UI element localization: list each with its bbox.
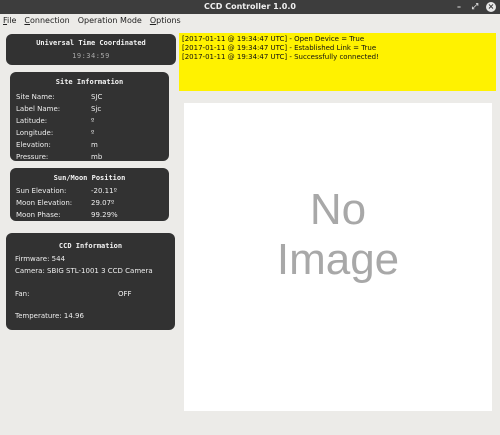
menu-bar: File Connection Operation Mode Options	[0, 14, 500, 27]
menu-connection[interactable]: Connection	[24, 14, 69, 27]
utc-title: Universal Time Coordinated	[36, 39, 146, 47]
menu-file[interactable]: File	[3, 14, 16, 27]
moon-elevation-value: 29.07º	[91, 199, 115, 207]
label-name-label: Label Name:	[16, 105, 61, 113]
menu-operation-mode[interactable]: Operation Mode	[78, 14, 142, 27]
utc-clock: 19:34:59	[72, 52, 110, 60]
label-name-value: Sjc	[91, 105, 102, 113]
sun-elevation-value: -20.11º	[91, 187, 117, 195]
image-viewer: No Image	[184, 103, 492, 411]
sun-moon-panel: Sun/Moon Position Sun Elevation: -20.11º…	[10, 168, 169, 221]
site-name-row: Site Name: SJC	[16, 91, 169, 103]
fan-label: Fan:	[15, 290, 30, 298]
no-image-line1: No	[309, 185, 367, 234]
longitude-value: º	[91, 129, 95, 137]
latitude-value: º	[91, 117, 95, 125]
maximize-button[interactable]: ⤢	[470, 2, 480, 12]
sun-moon-title: Sun/Moon Position	[53, 174, 126, 182]
moon-phase-row: Moon Phase: 99.29%	[16, 209, 169, 221]
log-line: [2017-01-11 @ 19:34:47 UTC] - Successful…	[182, 53, 379, 61]
longitude-label: Longitude:	[16, 129, 54, 137]
site-name-value: SJC	[91, 93, 103, 101]
window-title: CCD Controller 1.0.0	[204, 2, 296, 11]
elevation-label: Elevation:	[16, 141, 51, 149]
elevation-value: m	[91, 141, 98, 149]
title-bar: CCD Controller 1.0.0 – ⤢ ×	[0, 0, 500, 14]
sun-elevation-row: Sun Elevation: -20.11º	[16, 185, 169, 197]
ccd-info-panel: CCD Information Firmware: 544 Camera: SB…	[6, 233, 175, 330]
no-image-placeholder: No Image	[184, 185, 492, 285]
latitude-row: Latitude: º	[16, 115, 169, 127]
elevation-row: Elevation: m	[16, 139, 169, 151]
fan-status: OFF	[118, 290, 132, 298]
ccd-info-title: CCD Information	[58, 242, 123, 250]
moon-phase-value: 99.29%	[91, 211, 118, 219]
moon-elevation-label: Moon Elevation:	[16, 199, 73, 207]
log-line: [2017-01-11 @ 19:34:47 UTC] - Open Devic…	[182, 35, 365, 43]
moon-elevation-row: Moon Elevation: 29.07º	[16, 197, 169, 209]
longitude-row: Longitude: º	[16, 127, 169, 139]
log-line: [2017-01-11 @ 19:34:47 UTC] - Establishe…	[182, 44, 377, 52]
log-output[interactable]: [2017-01-11 @ 19:34:47 UTC] - Open Devic…	[179, 33, 496, 91]
pressure-label: Pressure:	[16, 153, 49, 161]
minimize-button[interactable]: –	[454, 2, 464, 12]
fan-row: Fan: OFF	[15, 288, 175, 300]
temperature-text: Temperature: 14.96	[15, 312, 84, 320]
moon-phase-label: Moon Phase:	[16, 211, 61, 219]
site-info-title: Site Information	[55, 78, 124, 86]
latitude-label: Latitude:	[16, 117, 48, 125]
sun-elevation-label: Sun Elevation:	[16, 187, 67, 195]
window-controls: – ⤢ ×	[454, 0, 496, 14]
label-name-row: Label Name: Sjc	[16, 103, 169, 115]
camera-text: Camera: SBIG STL-1001 3 CCD Camera	[15, 267, 153, 275]
utc-panel: Universal Time Coordinated 19:34:59	[6, 34, 176, 65]
close-button[interactable]: ×	[486, 2, 496, 12]
site-info-panel: Site Information Site Name: SJC Label Na…	[10, 72, 169, 161]
menu-options[interactable]: Options	[150, 14, 181, 27]
pressure-row: Pressure: mb	[16, 151, 169, 163]
site-name-label: Site Name:	[16, 93, 55, 101]
no-image-line2: Image	[276, 235, 400, 284]
pressure-value: mb	[91, 153, 103, 161]
firmware-text: Firmware: 544	[15, 255, 66, 263]
